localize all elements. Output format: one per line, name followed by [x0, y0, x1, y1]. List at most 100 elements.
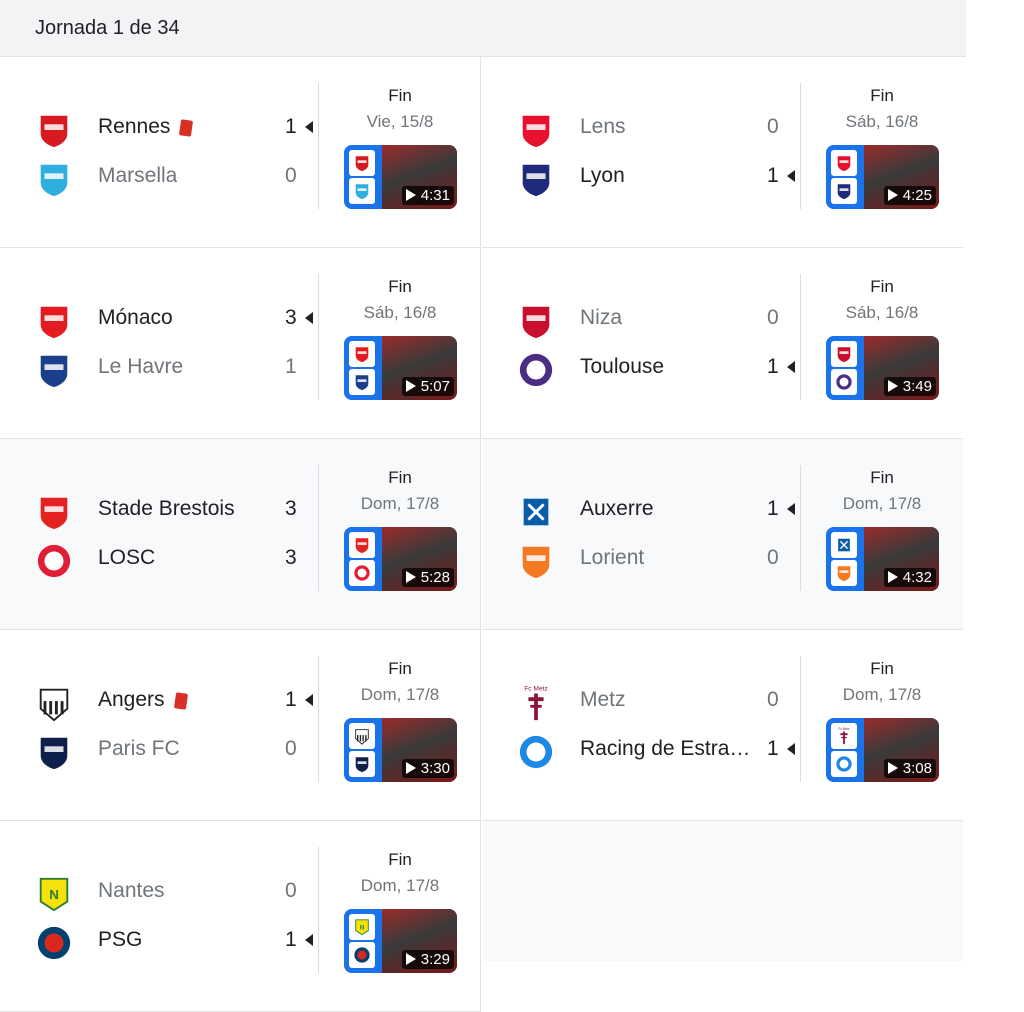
- match-date: Dom, 17/8: [360, 685, 440, 704]
- team-name: Lyon: [580, 164, 625, 187]
- video-team-strip: [826, 527, 864, 591]
- video-team-strip: [344, 336, 382, 400]
- team-name: Lorient: [580, 546, 645, 569]
- team-name: Lens: [580, 115, 626, 138]
- match-card[interactable]: Fc Metz Metz 0 Racing de Estrasburgo 1 Fin Dom…: [482, 630, 963, 821]
- highlights-video[interactable]: 4:25: [826, 145, 939, 209]
- nantes-crest-icon: N: [349, 914, 375, 940]
- team-score: 1: [767, 497, 779, 520]
- monaco-crest-icon: [35, 302, 73, 340]
- team-row-away: Lorient 0: [517, 538, 787, 579]
- highlights-video[interactable]: 4:32: [826, 527, 939, 591]
- match-status: Fin: [388, 86, 412, 105]
- brest-crest-icon: [349, 532, 375, 558]
- match-card[interactable]: Niza 0 Toulouse 1 Fin Sáb, 16/8 3:49: [482, 248, 963, 439]
- strasbourg-crest-icon: [831, 751, 857, 777]
- team-row-away: Marsella 0: [35, 156, 305, 197]
- team-score: 3: [285, 497, 297, 520]
- team-name: Auxerre: [580, 497, 654, 520]
- match-card[interactable]: Mónaco 3 Le Havre 1 Fin Sáb, 16/8 5:07: [0, 248, 481, 439]
- winner-arrow-icon: [787, 743, 795, 755]
- match-card[interactable]: Auxerre 1 Lorient 0 Fin Dom, 17/8 4:32: [482, 439, 963, 630]
- match-status: Fin: [388, 850, 412, 869]
- video-duration-text: 3:49: [902, 378, 932, 395]
- nice-crest-icon: [517, 302, 555, 340]
- team-name: Stade Brestois: [98, 497, 235, 520]
- match-status: Fin: [388, 277, 412, 296]
- team-score: 0: [767, 306, 779, 329]
- team-row-away: Racing de Estrasburgo 1: [517, 729, 795, 771]
- match-date: Dom, 17/8: [842, 494, 922, 513]
- match-date: Vie, 15/8: [366, 112, 434, 131]
- team-score: 1: [767, 355, 779, 378]
- psg-crest-icon: [349, 942, 375, 968]
- team-score: 1: [767, 737, 779, 760]
- video-duration: 3:08: [883, 759, 936, 778]
- brest-crest-icon: [35, 493, 73, 531]
- play-icon: [405, 189, 416, 201]
- video-duration: 5:28: [401, 568, 454, 587]
- play-icon: [887, 189, 898, 201]
- video-duration-text: 4:25: [902, 187, 932, 204]
- video-duration: 5:07: [401, 377, 454, 396]
- team-score: 0: [767, 688, 779, 711]
- team-score: 1: [285, 355, 297, 378]
- team-score: 1: [767, 164, 779, 187]
- team-name: Racing de Estrasburgo: [580, 737, 760, 760]
- team-row-home: Mónaco 3: [35, 298, 313, 340]
- winner-arrow-icon: [787, 503, 795, 515]
- highlights-video[interactable]: 3:30: [344, 718, 457, 782]
- lens-crest-icon: [831, 150, 857, 176]
- video-team-strip: N: [344, 909, 382, 973]
- svg-text:Fc Metz: Fc Metz: [524, 686, 548, 693]
- team-score: 3: [285, 546, 297, 569]
- video-duration: 4:25: [883, 186, 936, 205]
- team-row-home: Lens 0: [517, 107, 787, 149]
- play-icon: [887, 380, 898, 392]
- match-card[interactable]: N Nantes 0 PSG 1 Fin Dom, 17/8 N 3:29: [0, 821, 481, 1012]
- video-team-strip: [826, 145, 864, 209]
- team-score: 0: [285, 164, 297, 187]
- team-row-away: Paris FC 0: [35, 729, 305, 770]
- rennes-crest-icon: [35, 111, 73, 149]
- team-name: PSG: [98, 928, 143, 951]
- play-icon: [887, 762, 898, 774]
- match-card[interactable]: Rennes 1 Marsella 0 Fin Vie, 15/8 4:31: [0, 57, 481, 248]
- strasbourg-crest-icon: [517, 733, 555, 771]
- matchday-title: Jornada 1 de 34: [35, 17, 180, 39]
- team-name: Toulouse: [580, 355, 665, 378]
- nice-crest-icon: [831, 341, 857, 367]
- winner-arrow-icon: [787, 170, 795, 182]
- video-duration: 4:31: [401, 186, 454, 205]
- team-name: Paris FC: [98, 737, 180, 760]
- match-card[interactable]: Stade Brestois 3 LOSC 3 Fin Dom, 17/8 5:28: [0, 439, 481, 630]
- highlights-video[interactable]: Fc Metz 3:08: [826, 718, 939, 782]
- highlights-video[interactable]: 3:49: [826, 336, 939, 400]
- lens-crest-icon: [517, 111, 555, 149]
- match-card[interactable]: Lens 0 Lyon 1 Fin Sáb, 16/8 4:25: [482, 57, 963, 248]
- highlights-video[interactable]: 5:07: [344, 336, 457, 400]
- metz-crest-icon: Fc Metz: [831, 723, 857, 749]
- team-name: Mónaco: [98, 306, 173, 329]
- video-team-strip: [826, 336, 864, 400]
- toulouse-crest-icon: [831, 369, 857, 395]
- team-row-away: Toulouse 1: [517, 347, 795, 387]
- team-score: 0: [285, 879, 297, 902]
- team-name: Rennes: [98, 115, 171, 138]
- auxerre-crest-icon: [831, 532, 857, 558]
- video-duration-text: 3:08: [902, 760, 932, 777]
- highlights-video[interactable]: 4:31: [344, 145, 457, 209]
- match-card[interactable]: Angers 1 Paris FC 0 Fin Dom, 17/8 3:30: [0, 630, 481, 821]
- winner-arrow-icon: [305, 694, 313, 706]
- team-row-away: Lyon 1: [517, 156, 795, 197]
- highlights-video[interactable]: 5:28: [344, 527, 457, 591]
- paris-fc-crest-icon: [349, 751, 375, 777]
- team-row-home: N Nantes 0: [35, 871, 305, 912]
- match-date: Dom, 17/8: [360, 494, 440, 513]
- le-havre-crest-icon: [349, 369, 375, 395]
- match-date: Sáb, 16/8: [845, 303, 919, 322]
- highlights-video[interactable]: N 3:29: [344, 909, 457, 973]
- team-name: Marsella: [98, 164, 178, 187]
- play-icon: [887, 571, 898, 583]
- team-row-home: Rennes 1: [35, 107, 313, 149]
